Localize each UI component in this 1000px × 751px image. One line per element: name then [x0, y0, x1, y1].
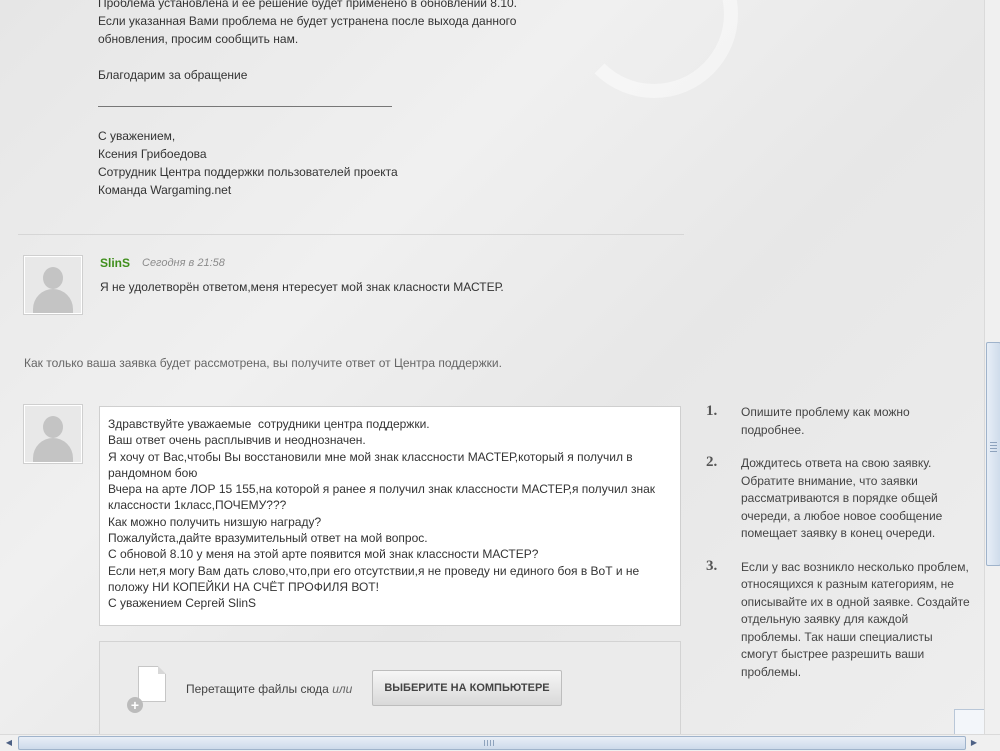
plus-icon: +	[127, 697, 143, 713]
page-content: Проблема установлена и её решение будет …	[0, 0, 984, 734]
horizontal-scrollbar[interactable]: ◀ ▶	[0, 734, 1000, 751]
user-comment: SlinS Сегодня в 21:58 Я не удолетворён о…	[0, 236, 984, 336]
tip-number: 1.	[706, 403, 718, 419]
tip-text: Дождитесь ответа на свою заявку. Обратит…	[741, 456, 943, 540]
avatar	[23, 255, 83, 315]
message-thanks: Благодарим за обращение	[98, 68, 248, 82]
signature-line: Сотрудник Центра поддержки пользователей…	[98, 165, 398, 179]
tip-item: 1. Опишите проблему как можно подробнее.	[700, 403, 970, 439]
avatar	[23, 404, 83, 464]
tip-item: 2. Дождитесь ответа на свою заявку. Обра…	[700, 454, 970, 543]
message-line: Проблема установлена и её решение будет …	[98, 0, 517, 10]
user-silhouette-icon	[25, 406, 81, 462]
tip-text: Если у вас возникло несколько проблем, о…	[741, 559, 970, 679]
corner-widget[interactable]	[954, 709, 984, 734]
file-upload-area[interactable]: + Перетащите файлы сюда или ВЫБЕРИТЕ НА …	[99, 641, 681, 734]
choose-file-button[interactable]: ВЫБЕРИТЕ НА КОМПЬЮТЕРЕ	[372, 670, 562, 706]
tip-number: 3.	[706, 557, 718, 574]
arrow-right-icon[interactable]: ▶	[967, 737, 981, 748]
comment-time: Сегодня в 21:58	[142, 257, 225, 269]
file-icon	[138, 666, 166, 702]
arrow-left-icon[interactable]: ◀	[2, 737, 16, 748]
signature-divider	[98, 106, 392, 107]
tips-list: 1. Опишите проблему как можно подробнее.…	[700, 403, 970, 697]
vertical-scrollbar[interactable]	[984, 0, 1000, 734]
message-divider	[18, 234, 684, 235]
drop-label: Перетащите файлы сюда	[186, 682, 329, 696]
tip-number: 2.	[706, 454, 718, 470]
message-line: Если указанная Вами проблема не будет ус…	[98, 14, 517, 28]
or-label: или	[332, 682, 353, 696]
review-notice: Как только ваша заявка будет рассмотрена…	[24, 356, 502, 370]
drop-files-text: Перетащите файлы сюда или	[186, 682, 352, 696]
message-line: обновления, просим сообщить нам.	[98, 32, 299, 46]
tip-text: Опишите проблему как можно подробнее.	[741, 405, 910, 437]
signature-line: Команда Wargaming.net	[98, 183, 232, 197]
user-silhouette-icon	[25, 257, 81, 313]
signature-line: Ксения Грибоедова	[98, 147, 207, 161]
signature-line: С уважением,	[98, 129, 176, 143]
comment-text: Я не удолетворён ответом,меня нтересует …	[100, 280, 504, 294]
horizontal-scroll-thumb[interactable]	[18, 736, 966, 750]
previous-support-message: Проблема установлена и её решение будет …	[98, 0, 658, 199]
reply-textarea[interactable]: Здравствуйте уважаемые сотрудники центра…	[99, 406, 681, 626]
vertical-scroll-thumb[interactable]	[986, 342, 1000, 566]
tip-item: 3. Если у вас возникло несколько проблем…	[700, 557, 970, 682]
comment-author[interactable]: SlinS	[100, 256, 130, 270]
